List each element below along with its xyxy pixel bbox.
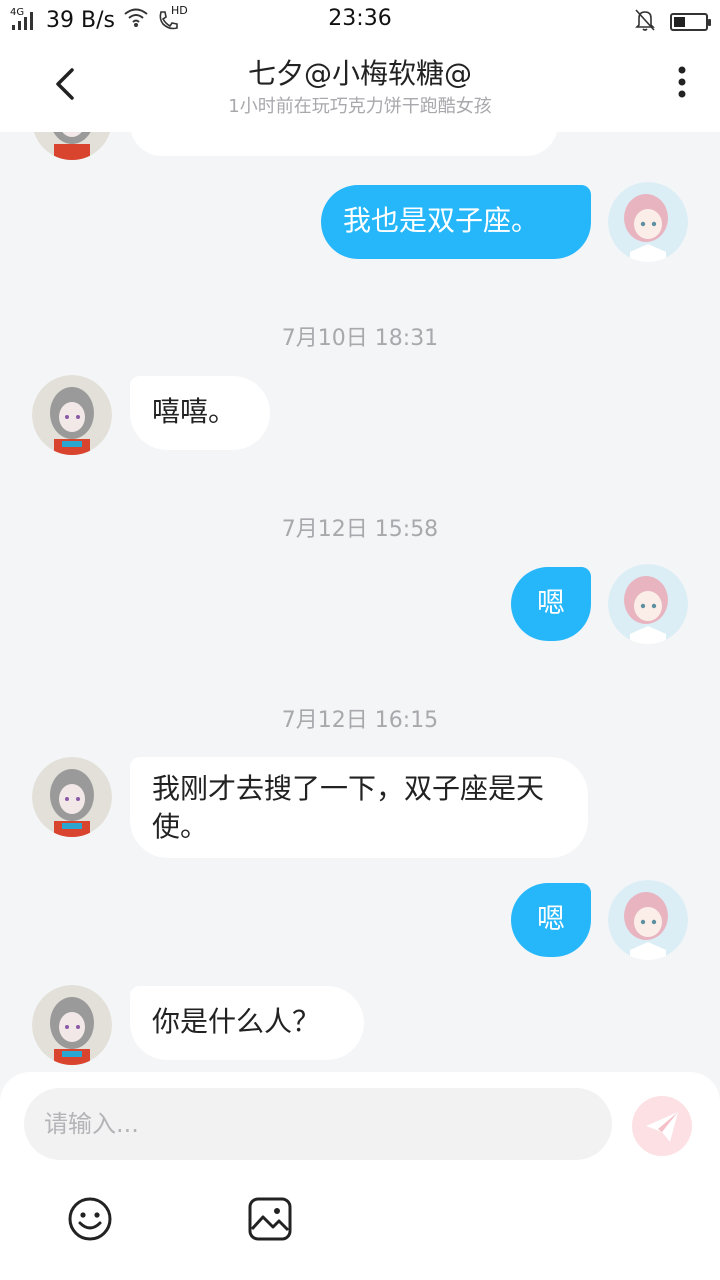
- more-button[interactable]: [672, 64, 692, 104]
- message-bubble-incoming[interactable]: 我刚才去搜了一下，双子座是天使。: [130, 757, 588, 858]
- message-timestamp: 7月12日 16:15: [281, 708, 439, 733]
- my-avatar[interactable]: [608, 182, 688, 262]
- message-bubble-incoming[interactable]: 嘻嘻。: [130, 376, 270, 450]
- message-bubble-incoming[interactable]: 你是什么人？: [130, 986, 364, 1060]
- send-button[interactable]: [632, 1096, 692, 1156]
- send-icon: [646, 1112, 678, 1142]
- contact-avatar[interactable]: [32, 985, 112, 1065]
- message-text: 我刚才去搜了一下，双子座是天使。: [152, 772, 545, 843]
- status-time: 23:36: [328, 6, 392, 31]
- message-text: 你是什么人？: [152, 1005, 321, 1038]
- image-icon: [248, 1197, 292, 1241]
- image-button[interactable]: [246, 1195, 294, 1243]
- battery-level: [674, 17, 685, 27]
- more-vertical-icon: [678, 66, 686, 98]
- contact-avatar[interactable]: [32, 375, 112, 455]
- contact-avatar[interactable]: [32, 132, 112, 160]
- chat-subtitle: 1小时前在玩巧克力饼干跑酷女孩: [228, 96, 492, 117]
- message-text: 嘻嘻。: [152, 395, 237, 428]
- status-right: [634, 8, 711, 36]
- input-panel: 请输入...: [0, 1072, 720, 1280]
- message-list[interactable]: 我也是双子座。 7月10日 18:31 嘻嘻。 7月12日 15:58 嗯 7月…: [0, 132, 720, 1072]
- contact-avatar[interactable]: [32, 757, 112, 837]
- message-input[interactable]: 请输入...: [24, 1088, 612, 1160]
- message-text: 嗯: [536, 586, 565, 619]
- message-text: 我也是双子座。: [343, 204, 540, 237]
- message-bubble-outgoing[interactable]: 嗯: [511, 883, 591, 957]
- message-bubble-outgoing[interactable]: 嗯: [511, 567, 591, 641]
- chat-header: 七夕@小梅软糖@ 1小时前在玩巧克力饼干跑酷女孩: [0, 38, 720, 132]
- emoji-icon: [68, 1197, 112, 1241]
- message-timestamp: 7月12日 15:58: [281, 517, 439, 542]
- status-bar: 4G 39 B/s HD 23:36: [0, 0, 720, 38]
- message-text: 嗯: [536, 902, 565, 935]
- battery-icon: [670, 13, 711, 31]
- my-avatar[interactable]: [608, 564, 688, 644]
- message-bubble-outgoing[interactable]: 我也是双子座。: [321, 185, 591, 259]
- my-avatar[interactable]: [608, 880, 688, 960]
- chat-title: 七夕@小梅软糖@: [247, 57, 472, 90]
- message-bubble-incoming[interactable]: [130, 132, 558, 156]
- mute-bell-icon: [634, 8, 656, 36]
- message-timestamp: 7月10日 18:31: [281, 326, 439, 351]
- emoji-button[interactable]: [66, 1195, 114, 1243]
